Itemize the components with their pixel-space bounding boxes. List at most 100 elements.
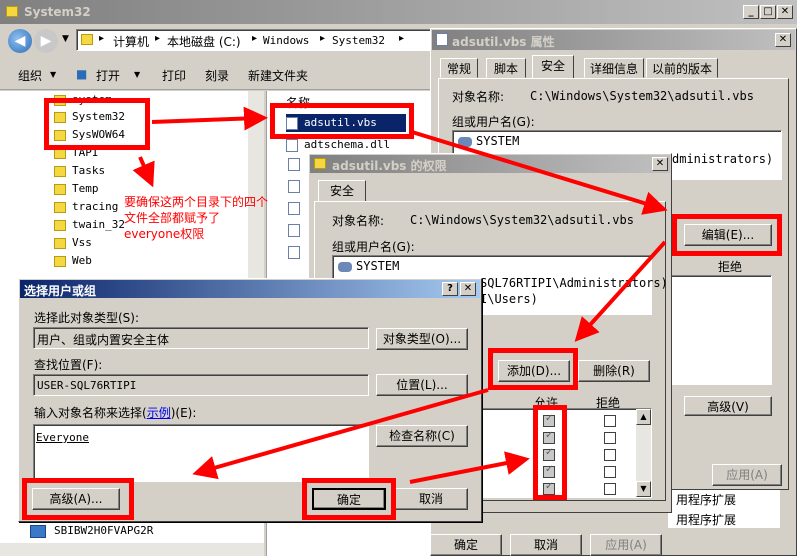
close-button[interactable]: ✕ (460, 282, 476, 296)
perm-user-system[interactable]: SYSTEM (338, 259, 399, 273)
object-name-label: 对象名称: (452, 90, 505, 104)
minimize-button[interactable]: _ (743, 5, 759, 19)
deny-checkbox[interactable] (604, 415, 616, 427)
close-button[interactable]: ✕ (652, 157, 668, 171)
computer-icon (30, 524, 46, 538)
new-folder-button[interactable]: 新建文件夹 (248, 67, 308, 84)
perm-permission-list[interactable] (480, 408, 652, 498)
breadcrumb-computer[interactable]: 计算机 (113, 33, 149, 50)
tree-item-tapi[interactable]: TAPI (54, 144, 99, 162)
select-users-title: 选择用户或组 (24, 284, 97, 298)
group-label: 组或用户名(G): (452, 115, 535, 129)
tree-item-tracing[interactable]: tracing (54, 198, 118, 216)
ok-button[interactable]: 确定 (312, 488, 386, 510)
organize-menu[interactable]: 组织 (18, 67, 42, 84)
open-icon: ■ (76, 67, 88, 81)
column-header-name[interactable]: 名称 (286, 94, 310, 111)
folder-icon (54, 255, 66, 267)
burn-button[interactable]: 刻录 (205, 67, 229, 84)
perm-user-users[interactable]: I\Users) (480, 292, 538, 306)
allow-checkbox[interactable] (543, 430, 555, 444)
tree-item-temp[interactable]: Temp (54, 180, 99, 198)
check-names-button[interactable]: 检查名称(C) (376, 425, 468, 447)
perm-user-admins[interactable]: SQL76RTIPI\Administrators) (480, 276, 668, 290)
object-type-field: 用户、组或内置安全主体 (33, 327, 369, 349)
address-separator-icon: ▸ (252, 33, 258, 44)
file-icon (288, 224, 300, 237)
allow-checkbox[interactable] (543, 464, 555, 478)
close-button[interactable]: ✕ (775, 33, 791, 47)
object-types-button[interactable]: 对象类型(O)... (376, 328, 468, 350)
deny-checkbox[interactable] (604, 449, 616, 461)
edit-button[interactable]: 编辑(E)... (684, 224, 772, 246)
properties-user-system[interactable]: SYSTEM (458, 134, 519, 148)
deny-checkbox[interactable] (604, 483, 616, 495)
cancel-button[interactable]: 取消 (394, 488, 468, 510)
advanced-button[interactable]: 高级(A)... (32, 488, 120, 510)
cancel-button-props[interactable]: 取消 (510, 534, 582, 556)
tree-item-vss[interactable]: Vss (54, 234, 92, 252)
tab-script[interactable]: 脚本 (486, 58, 526, 78)
properties-user-admins[interactable]: dministrators) (672, 152, 773, 166)
tree-item-twain32[interactable]: twain_32 (54, 216, 125, 234)
tab-security[interactable]: 安全 (532, 55, 574, 79)
back-button[interactable]: ◀ (8, 29, 32, 53)
tab-previous-versions[interactable]: 以前的版本 (646, 58, 718, 78)
tab-details[interactable]: 详细信息 (584, 58, 644, 78)
folder-icon (54, 111, 66, 123)
print-button[interactable]: 打印 (162, 67, 186, 84)
properties-titlebar: adsutil.vbs 属性 ✕ (432, 30, 795, 50)
file-item-adsutil[interactable]: adsutil.vbs (286, 114, 406, 132)
properties-permission-list[interactable] (668, 275, 772, 385)
file-item-adtschema[interactable]: adtschema.dll (286, 136, 390, 154)
advanced-button-props[interactable]: 高级(V) (684, 396, 772, 416)
add-button[interactable]: 添加(D)... (498, 360, 570, 382)
folder-icon (54, 94, 66, 106)
deny-checkbox[interactable] (604, 466, 616, 478)
scroll-up-icon[interactable]: ▲ (636, 409, 651, 425)
tab-general[interactable]: 常规 (440, 58, 478, 78)
allow-checkbox[interactable] (543, 447, 555, 461)
tree-item-web[interactable]: Web (54, 252, 92, 270)
object-type-label: 选择此对象类型(S): (34, 311, 140, 325)
select-users-titlebar: 选择用户或组 ? ✕ (20, 280, 480, 298)
examples-link[interactable]: 示例 (147, 406, 171, 420)
apply-button-props: 应用(A) (712, 464, 782, 486)
folder-icon (54, 219, 66, 231)
forward-button[interactable]: ▶ (34, 29, 58, 53)
tab-security-perms[interactable]: 安全 (318, 180, 366, 202)
ok-button-props[interactable]: 确定 (430, 534, 502, 556)
file-icon (288, 202, 300, 215)
tree-item-system32[interactable]: System32 (54, 108, 125, 126)
deny-checkbox[interactable] (604, 432, 616, 444)
breadcrumb-drive[interactable]: 本地磁盘 (C:) (167, 33, 241, 50)
tree-item-tasks[interactable]: Tasks (54, 162, 105, 180)
user-icon (458, 136, 472, 147)
nav-scrollbar[interactable] (248, 91, 264, 281)
perm-scrollbar[interactable]: ▲ ▼ (636, 409, 651, 497)
breadcrumb-system32[interactable]: System32 (332, 34, 385, 47)
close-button[interactable]: ✕ (777, 5, 793, 19)
location-label: 查找位置(F): (34, 358, 103, 372)
tree-item-system[interactable]: system (54, 91, 112, 109)
history-dropdown-icon[interactable]: ▼ (62, 34, 69, 44)
maximize-button[interactable]: □ (760, 5, 776, 19)
allow-checkbox[interactable] (543, 413, 555, 427)
open-menu[interactable]: 打开 (96, 67, 120, 84)
perm-group-label: 组或用户名(G): (332, 240, 415, 254)
remove-button[interactable]: 删除(R) (578, 360, 650, 382)
breadcrumb-windows[interactable]: Windows (263, 34, 309, 47)
enter-names-input[interactable]: Everyone (33, 424, 369, 482)
apply-bottom-button: 应用(A) (590, 534, 662, 556)
tree-item-syswow64[interactable]: SysWOW64 (54, 126, 125, 144)
address-bar[interactable]: ▸ 计算机 ▸ 本地磁盘 (C:) ▸ Windows ▸ System32 ▸ (76, 29, 436, 51)
scroll-down-icon[interactable]: ▼ (636, 481, 651, 497)
locations-button[interactable]: 位置(L)... (376, 374, 468, 396)
bottom-scroll[interactable] (0, 543, 264, 556)
help-button[interactable]: ? (442, 282, 458, 296)
allow-checkbox[interactable] (543, 481, 555, 495)
deny-header-props: 拒绝 (718, 260, 743, 274)
enter-names-label: 输入对象名称来选择(示例)(E): (34, 406, 197, 420)
folder-icon (54, 147, 66, 159)
nav-computer-item[interactable]: SBIBW2H0FVAPG2R (30, 522, 153, 540)
